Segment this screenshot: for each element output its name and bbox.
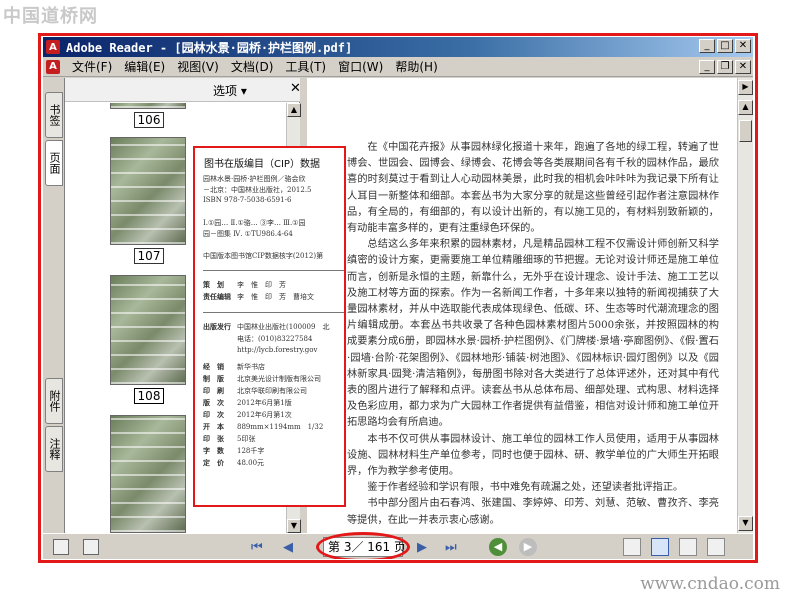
divider bbox=[203, 312, 344, 313]
paragraph: 在《中国花卉报》从事园林绿化报道十来年，跑遍了各地的绿工程，转遍了世博会、世园会… bbox=[347, 142, 719, 235]
maximize-button[interactable]: □ bbox=[717, 39, 733, 53]
monitor-icon[interactable] bbox=[53, 539, 69, 555]
thumbnail-label: 106 bbox=[134, 112, 164, 128]
scroll-up-icon[interactable]: ▲ bbox=[738, 100, 753, 115]
status-bar: ⏮ ◀ 第 3／ 161 页 ▶ ⏭ ◀ ▶ bbox=[43, 532, 753, 559]
document-scrollbar[interactable]: ▶ ▲ ▼ bbox=[737, 78, 753, 533]
cip-line: 中国版本图书馆CIP数据核字(2012)第 bbox=[203, 252, 324, 260]
cip-staff-row: 责任编辑李 惟 印 芳 曹培文 bbox=[203, 292, 314, 301]
single-page-view-icon[interactable] bbox=[623, 538, 641, 556]
cip-publish-row: 开 本 889mm×1194mm 1/32 bbox=[203, 422, 324, 431]
minimize-button[interactable]: _ bbox=[699, 39, 715, 53]
cip-publish-row: 制 版北京美光设计制版有限公司 bbox=[203, 374, 321, 383]
cip-publish-row: http://lycb.forestry.gov bbox=[237, 346, 318, 354]
paragraph: 书中部分图片由石春鸿、张建国、李婷婷、印芳、刘慧、范敏、曹孜齐、李亮等提供，在此… bbox=[347, 498, 719, 526]
cip-publish-row: 印 刷北京华联印刷有限公司 bbox=[203, 386, 307, 395]
close-button[interactable]: ✕ bbox=[735, 39, 751, 53]
cip-staff-row: 策 划李 惟 印 芳 bbox=[203, 280, 286, 289]
cip-publish-row: 字 数 128千字 bbox=[203, 446, 265, 455]
paragraph: 总结这么多年来积累的园林素材，凡是精品园林工程不仅需设计师创新又科学缜密的设计方… bbox=[347, 239, 719, 429]
document-body: 在《中国花卉报》从事园林绿化报道十来年，跑遍了各地的绿工程，转遍了世博会、世园会… bbox=[347, 140, 719, 529]
facing-view-icon[interactable] bbox=[707, 538, 725, 556]
tab-bookmarks[interactable]: 书签 bbox=[45, 92, 63, 138]
tab-attachments[interactable]: 附件 bbox=[45, 378, 63, 424]
document-window-controls: _ ❐ ✕ bbox=[699, 60, 751, 74]
first-page-icon[interactable]: ⏮ bbox=[251, 540, 263, 555]
menu-view[interactable]: 视图(V) bbox=[177, 58, 219, 75]
cip-publish-row: 定 价 48.00元 bbox=[203, 458, 265, 467]
tab-pages[interactable]: 页面 bbox=[45, 140, 63, 186]
cip-title: 图书在版编目（CIP）数据 bbox=[204, 159, 320, 170]
last-page-icon[interactable]: ⏭ bbox=[445, 540, 457, 555]
menu-help[interactable]: 帮助(H) bbox=[395, 58, 437, 75]
acrobat-icon: A bbox=[46, 40, 60, 54]
paragraph: 本书不仅可供从事园林设计、施工单位的园林工作人员使用，适用于从事园林设施、园林材… bbox=[347, 433, 719, 478]
site-logo: 中国道桥网 bbox=[3, 6, 98, 27]
menu-window[interactable]: 窗口(W) bbox=[338, 58, 383, 75]
page-thumbnail-105[interactable] bbox=[110, 103, 186, 109]
divider bbox=[203, 270, 344, 271]
window-title: Adobe Reader - [园林水景·园桥·护栏图例.pdf] bbox=[66, 40, 353, 55]
page-number-highlight bbox=[316, 532, 410, 559]
title-bar: A Adobe Reader - [园林水景·园桥·护栏图例.pdf] _ □ … bbox=[43, 37, 753, 57]
page-thumbnail-107[interactable] bbox=[110, 137, 186, 245]
go-back-icon[interactable]: ◀ bbox=[489, 538, 507, 556]
site-url: www.cndao.com bbox=[640, 574, 780, 594]
document-view: 在《中国花卉报》从事园林绿化报道十来年，跑遍了各地的绿工程，转遍了世博会、世园会… bbox=[307, 78, 737, 533]
cip-publish-row: 经 销新华书店 bbox=[203, 362, 265, 371]
scroll-down-icon[interactable]: ▼ bbox=[738, 516, 753, 531]
menu-bar: A 文件(F) 编辑(E) 视图(V) 文档(D) 工具(T) 窗口(W) 帮助… bbox=[43, 57, 753, 77]
document-icon[interactable]: A bbox=[46, 59, 60, 74]
navigation-tabs: 书签 页面 附件 注释 bbox=[43, 78, 65, 533]
menu-file[interactable]: 文件(F) bbox=[72, 58, 112, 75]
cip-line: ISBN 978-7-5038-6591-6 bbox=[203, 196, 292, 204]
cip-data-popup: 图书在版编目（CIP）数据 园林水景·园桥·护栏图例／骆会欣 －北京：中国林业出… bbox=[193, 146, 346, 507]
doc-minimize-button[interactable]: _ bbox=[699, 60, 715, 74]
doc-close-button[interactable]: ✕ bbox=[735, 60, 751, 74]
thumbnail-label: 107 bbox=[134, 248, 164, 264]
reader-window: A Adobe Reader - [园林水景·园桥·护栏图例.pdf] _ □ … bbox=[43, 37, 753, 559]
page-thumbnail-109[interactable] bbox=[110, 415, 186, 533]
scroll-down-icon[interactable]: ▼ bbox=[287, 519, 301, 533]
cip-line: 园－图集 Ⅳ. ①TU986.4-64 bbox=[203, 230, 293, 238]
document-scroll-thumb[interactable] bbox=[739, 120, 752, 142]
page-info-icon[interactable] bbox=[83, 539, 99, 555]
continuous-facing-view-icon[interactable] bbox=[679, 538, 697, 556]
cip-publish-row: 版 次 2012年6月第1版 bbox=[203, 398, 292, 407]
previous-page-icon[interactable]: ◀ bbox=[283, 540, 293, 555]
doc-restore-button[interactable]: ❐ bbox=[717, 60, 733, 74]
menu-edit[interactable]: 编辑(E) bbox=[124, 58, 165, 75]
page-thumbnail-108[interactable] bbox=[110, 275, 186, 385]
cip-publish-row: 出版发行 中国林业出版社(100009 北 bbox=[203, 322, 330, 331]
screenshot-frame: 中国道桥网 A Adobe Reader - [园林水景·园桥·护栏图例.pdf… bbox=[0, 0, 800, 600]
cip-line: －北京：中国林业出版社，2012.5 bbox=[203, 186, 312, 194]
next-page-icon[interactable]: ▶ bbox=[417, 540, 427, 555]
thumbnail-label: 108 bbox=[134, 388, 164, 404]
cip-publish-row: 印 张 5印张 bbox=[203, 434, 256, 443]
cip-publish-row: 印 次 2012年6月第1次 bbox=[203, 410, 292, 419]
window-controls: _ □ ✕ bbox=[699, 39, 751, 53]
cip-line: 园林水景·园桥·护栏图例／骆会欣 bbox=[203, 175, 306, 183]
scroll-up-icon[interactable]: ▲ bbox=[287, 103, 301, 117]
cip-publish-row: 电话：(010)83227584 bbox=[237, 335, 313, 343]
continuous-view-icon[interactable] bbox=[651, 538, 669, 556]
go-forward-icon[interactable]: ▶ bbox=[519, 538, 537, 556]
cip-line: Ⅰ.①园… Ⅱ.①骆… ③李… Ⅲ.①园 bbox=[203, 219, 306, 227]
menu-document[interactable]: 文档(D) bbox=[231, 58, 274, 75]
scroll-right-arrow-icon[interactable]: ▶ bbox=[738, 80, 753, 95]
tab-comments[interactable]: 注释 bbox=[45, 426, 63, 472]
panel-header: 选项 ▾ ✕ bbox=[65, 78, 301, 102]
options-dropdown[interactable]: 选项 ▾ bbox=[213, 82, 247, 99]
paragraph: 鉴于作者经验和学识有限，书中难免有疏漏之处，还望读者批评指正。 bbox=[367, 482, 684, 494]
panel-close-icon[interactable]: ✕ bbox=[290, 81, 301, 96]
menu-tools[interactable]: 工具(T) bbox=[285, 58, 326, 75]
